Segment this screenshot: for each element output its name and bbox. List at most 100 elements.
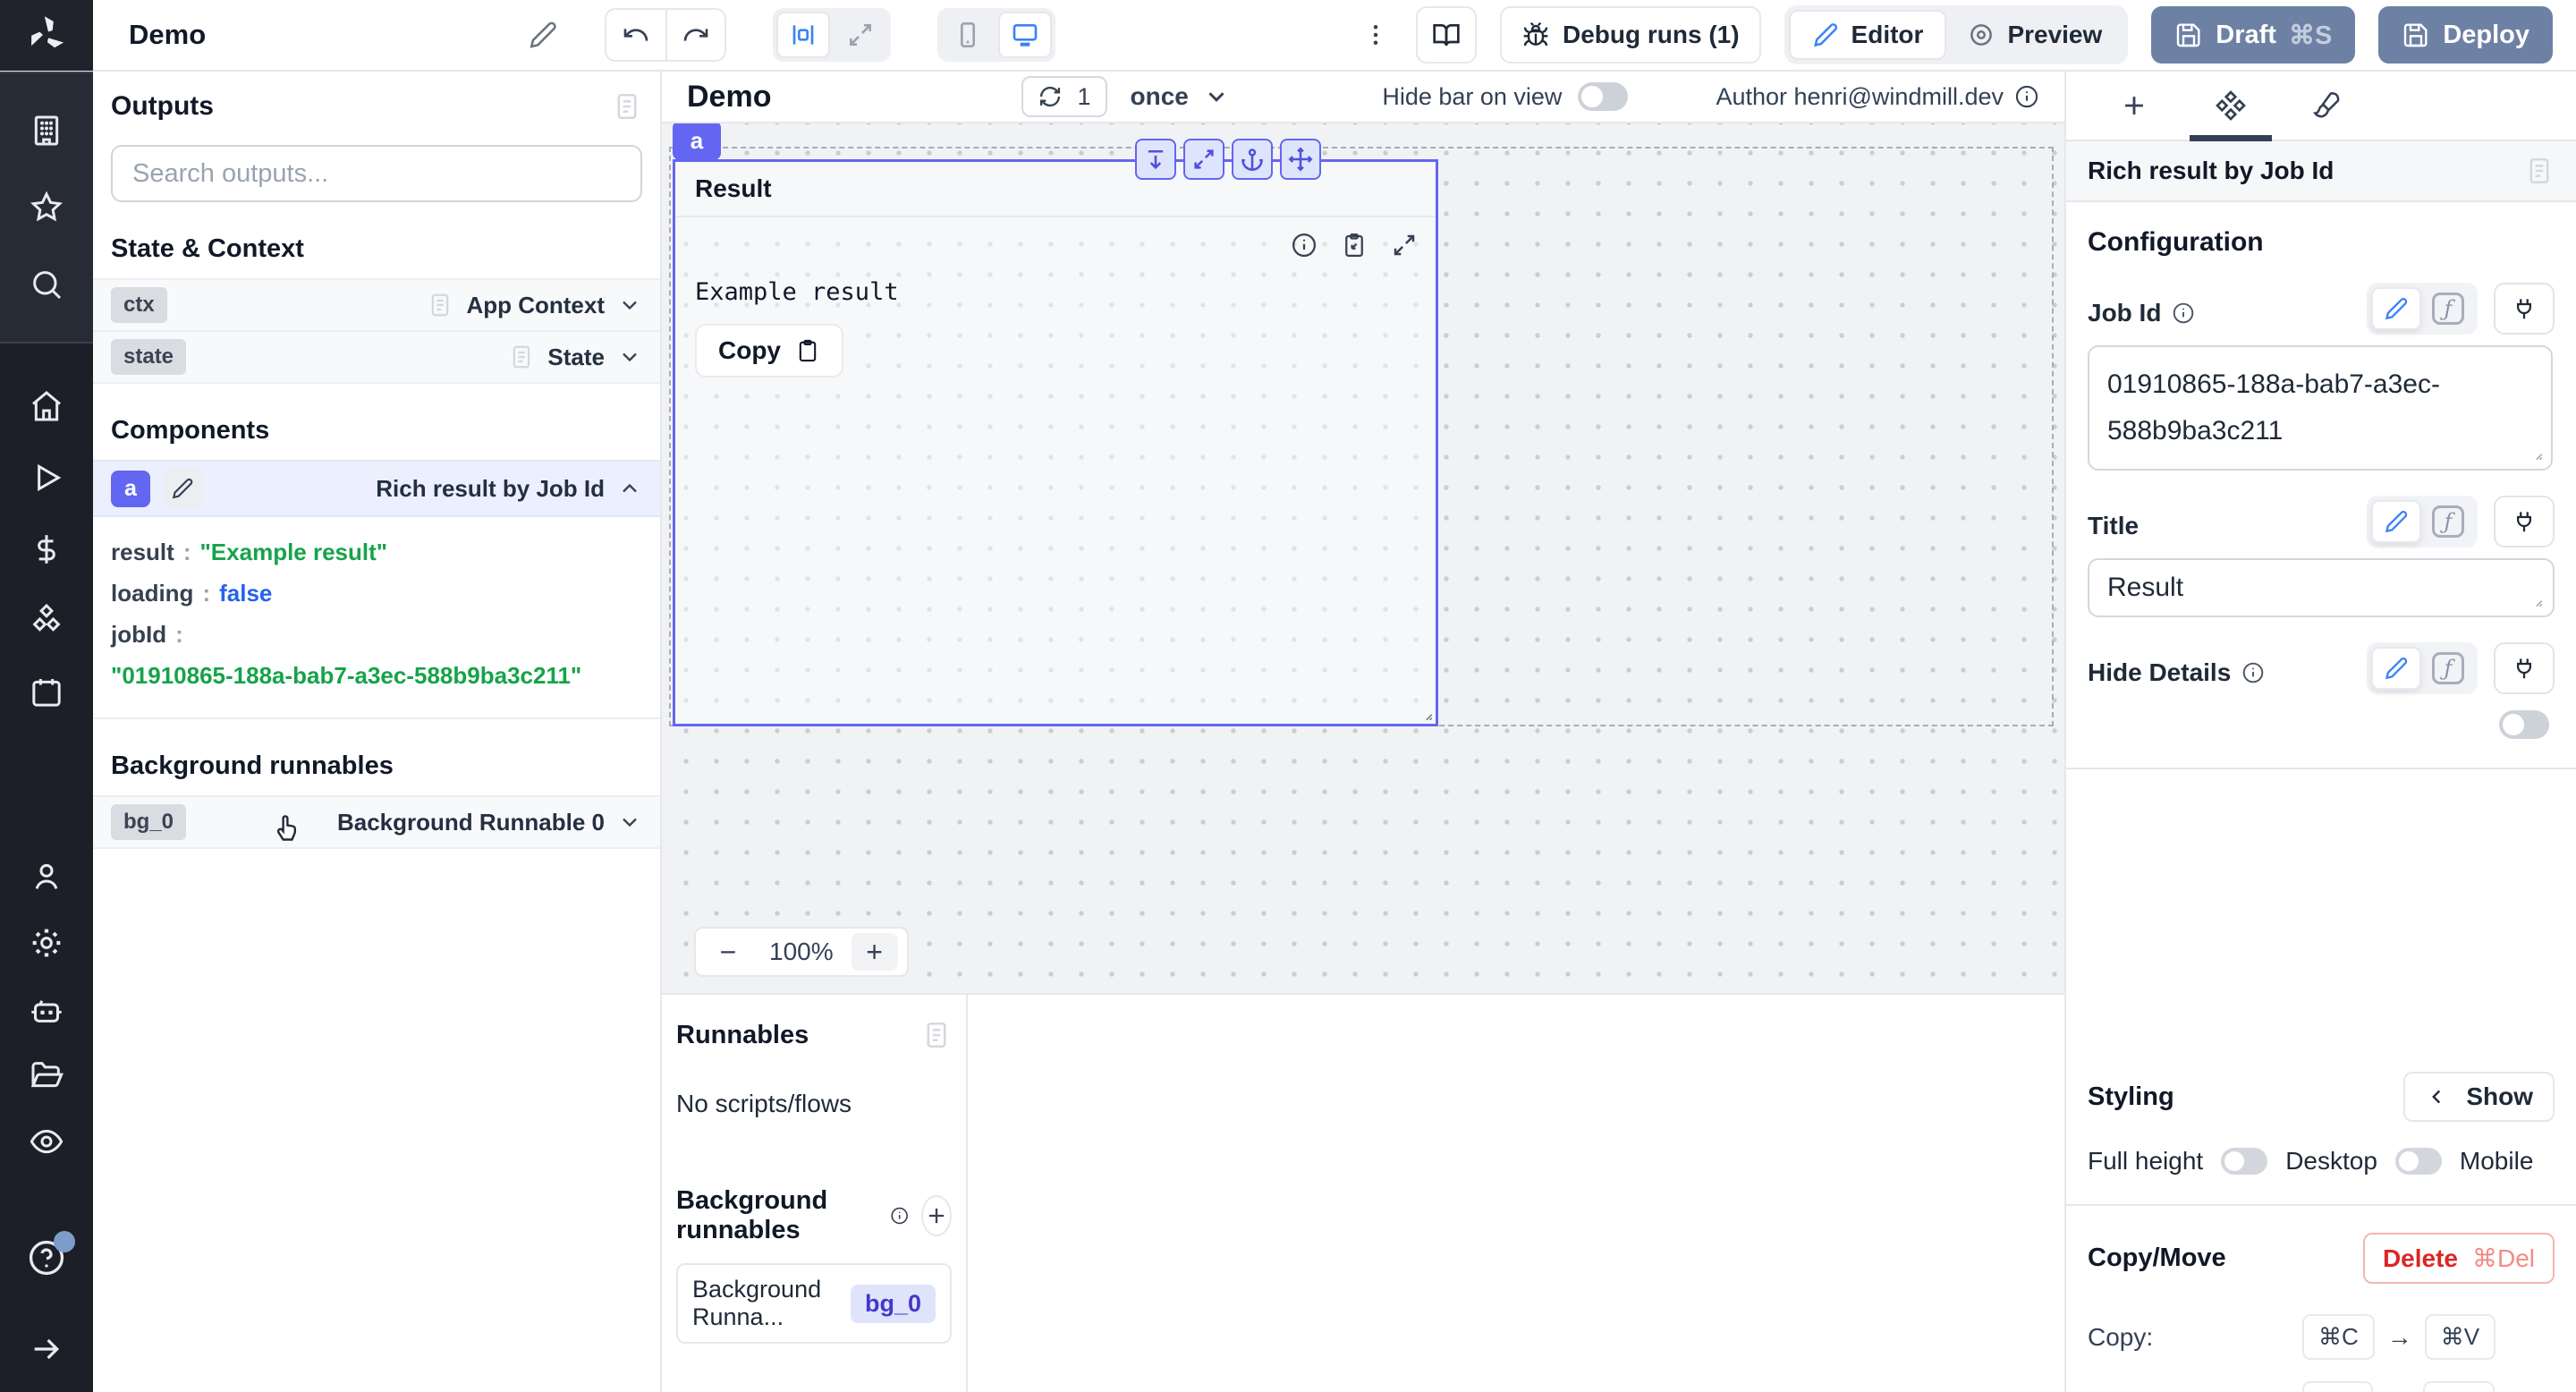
rail-item-variables[interactable] [29, 531, 64, 567]
rail-item-settings[interactable] [29, 925, 64, 961]
expand-down-button[interactable] [1135, 139, 1176, 180]
app-canvas[interactable]: a Result Example result Copy − 100% + [662, 123, 2064, 993]
chevron-left-icon [2432, 1090, 2441, 1104]
copy-result-button[interactable]: Copy [695, 324, 843, 378]
output-prop-jobid[interactable]: jobId: [111, 614, 642, 655]
static-mode-button[interactable] [2371, 287, 2421, 330]
info-icon[interactable] [890, 1202, 909, 1229]
bg-runnable-row[interactable]: bg_0 Background Runnable 0 [93, 795, 660, 849]
edit-component-id-button[interactable] [162, 469, 202, 508]
fullsize-button[interactable] [1183, 139, 1224, 180]
tab-component-settings[interactable] [2182, 72, 2279, 141]
bg-runnable-item[interactable]: Background Runna... bg_0 [676, 1263, 952, 1344]
javascript-mode-button[interactable]: ƒ [2423, 500, 2473, 543]
tab-insert-component[interactable] [2086, 72, 2182, 140]
output-prop-loading[interactable]: loading: false [111, 573, 642, 614]
chevron-down-icon[interactable] [617, 344, 642, 369]
topbar: Demo Debug runs (1) Editor Preview Draft… [0, 0, 2576, 72]
rail-item-workers[interactable] [29, 991, 64, 1027]
save-icon [2177, 23, 2200, 47]
doc-icon [427, 292, 453, 318]
hide-bar-toggle[interactable] [1578, 82, 1629, 111]
runnables-doc-icon[interactable] [921, 1020, 952, 1050]
desktop-view-button[interactable] [998, 12, 1053, 58]
full-height-toggle[interactable] [2221, 1148, 2268, 1175]
ctx-badge: ctx [111, 287, 167, 323]
maximize-icon[interactable] [1391, 232, 1418, 259]
canvas-component-a[interactable]: a Result Example result Copy [673, 123, 1438, 726]
ctx-row[interactable]: ctx App Context [93, 278, 660, 332]
rail-item-resources[interactable] [29, 603, 64, 639]
prop-key: result [111, 539, 174, 565]
desktop-toggle[interactable] [2394, 1148, 2442, 1175]
outputs-doc-icon[interactable] [612, 91, 642, 122]
static-mode-button[interactable] [2371, 500, 2421, 543]
info-icon[interactable] [2241, 661, 2265, 684]
rename-app-button[interactable] [528, 20, 558, 50]
more-menu-button[interactable] [1359, 21, 1393, 48]
info-icon[interactable] [2172, 301, 2195, 325]
resize-handle[interactable] [1418, 706, 1434, 722]
draft-button[interactable]: Draft ⌘S [2151, 6, 2356, 64]
anchor-icon [1241, 149, 1263, 171]
rail-item-help[interactable] [27, 1231, 75, 1277]
info-icon[interactable] [1291, 232, 1318, 259]
mobile-view-button[interactable] [941, 12, 995, 58]
undo-button[interactable] [606, 10, 665, 60]
rail-item-folders[interactable] [29, 1057, 64, 1093]
javascript-mode-button[interactable]: ƒ [2423, 287, 2473, 330]
rail-item-schedules[interactable] [29, 675, 64, 710]
rail-item-favorites[interactable] [29, 190, 64, 225]
bg0-label: Background Runnable 0 [336, 808, 605, 836]
rail-item-home[interactable] [29, 388, 64, 424]
title-connect-button[interactable] [2494, 496, 2555, 547]
job-id-input[interactable]: 01910865-188a-bab7-a3ec-588b9ba3c211 [2088, 345, 2553, 471]
static-mode-button[interactable] [2371, 647, 2421, 690]
chevron-down-icon[interactable] [617, 293, 642, 318]
resize-grip-icon[interactable] [2528, 592, 2544, 608]
show-styling-button[interactable]: Show [2403, 1072, 2555, 1122]
resize-grip-icon[interactable] [2528, 446, 2544, 462]
anchor-button[interactable] [1232, 139, 1273, 180]
docs-button[interactable] [1415, 6, 1477, 64]
zoom-out-button[interactable]: − [705, 933, 751, 971]
refresh-count-button[interactable]: 1 [1021, 76, 1107, 117]
rail-item-users[interactable] [29, 859, 64, 895]
pencil-icon [2385, 658, 2408, 680]
hide-bar-label: Hide bar on view [1382, 82, 1563, 110]
job-id-connect-button[interactable] [2494, 283, 2555, 335]
editor-tab[interactable]: Editor [1788, 10, 1947, 60]
hide-details-toggle[interactable] [2499, 710, 2549, 739]
centered-layout-button[interactable] [776, 12, 831, 58]
preview-tab[interactable]: Preview [1946, 10, 2123, 60]
zoom-in-button[interactable]: + [851, 933, 898, 971]
windmill-logo[interactable] [0, 0, 93, 71]
collapse-rail-button[interactable] [29, 1331, 64, 1367]
deploy-button[interactable]: Deploy [2378, 6, 2553, 64]
hide-details-connect-button[interactable] [2494, 642, 2555, 694]
output-prop-result[interactable]: result: "Example result" [111, 531, 642, 573]
delete-component-button[interactable]: Delete ⌘Del [2362, 1233, 2555, 1284]
rail-item-workspace[interactable] [29, 113, 64, 149]
info-icon[interactable] [2014, 84, 2039, 109]
title-input[interactable]: Result [2088, 558, 2555, 617]
rail-item-search[interactable] [29, 267, 64, 302]
redo-button[interactable] [665, 10, 724, 60]
clipboard-icon[interactable] [1341, 232, 1368, 259]
chevron-down-icon[interactable] [617, 810, 642, 835]
settings-doc-icon[interactable] [2524, 156, 2555, 186]
debug-runs-button[interactable]: Debug runs (1) [1499, 6, 1761, 64]
rail-item-audit-logs[interactable] [29, 1124, 64, 1159]
chevron-up-icon[interactable] [617, 476, 642, 501]
state-row[interactable]: state State [93, 332, 660, 384]
search-outputs-input[interactable] [111, 145, 642, 202]
add-background-runnable-button[interactable] [921, 1195, 952, 1236]
schedule-dropdown[interactable]: once [1131, 82, 1230, 111]
tab-global-styling[interactable] [2279, 72, 2376, 140]
move-button[interactable] [1280, 139, 1321, 180]
rail-item-runs[interactable] [29, 460, 64, 496]
component-a-row[interactable]: a Rich result by Job Id [93, 460, 660, 517]
full-width-layout-button[interactable] [834, 12, 887, 58]
javascript-mode-button[interactable]: ƒ [2423, 647, 2473, 690]
bottom-panel: Runnables No scripts/flows Background ru… [662, 993, 2064, 1392]
